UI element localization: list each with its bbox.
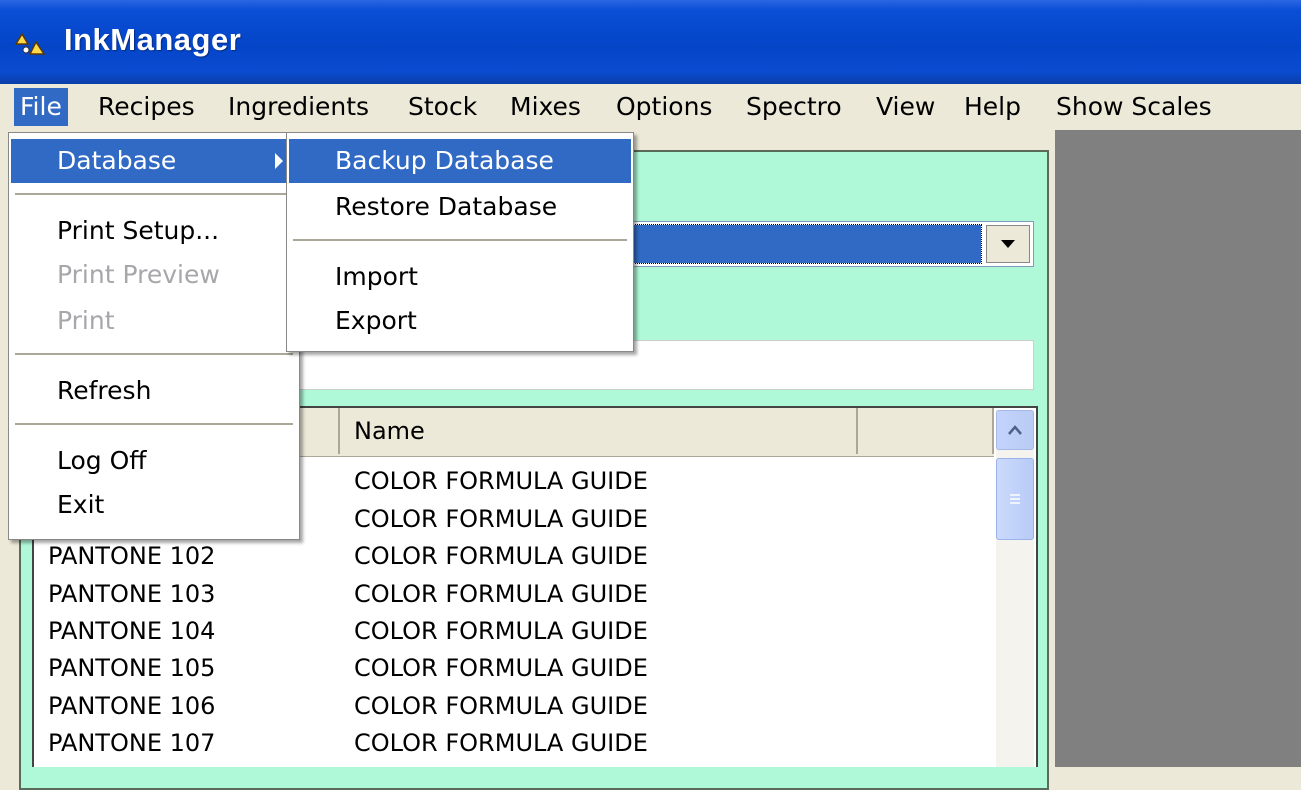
menu-help[interactable]: Help <box>958 88 1027 126</box>
menu-options[interactable]: Options <box>610 88 718 126</box>
row-code: PANTONE 104 <box>48 617 216 645</box>
title-bar: InkManager <box>0 0 1301 84</box>
window-title: InkManager <box>64 22 242 57</box>
menu-separator <box>15 423 293 425</box>
menu-item-log-off[interactable]: Log Off <box>11 439 297 483</box>
menu-item-export[interactable]: Export <box>289 299 631 343</box>
menu-item-restore-database[interactable]: Restore Database <box>289 185 631 229</box>
row-code: PANTONE 105 <box>48 654 216 682</box>
row-code: PANTONE 102 <box>48 542 216 570</box>
menu-bar: File Recipes Ingredients Stock Mixes Opt… <box>0 84 1301 130</box>
row-code: PANTONE 107 <box>48 729 216 757</box>
column-header-extra[interactable] <box>858 408 994 454</box>
menu-view[interactable]: View <box>870 88 941 126</box>
chevron-up-icon <box>1008 425 1022 435</box>
menu-item-exit[interactable]: Exit <box>11 483 297 527</box>
menu-item-database-label: Database <box>57 146 177 175</box>
mdi-workspace <box>1055 130 1301 767</box>
row-name: COLOR FORMULA GUIDE <box>354 617 648 645</box>
row-name: COLOR FORMULA GUIDE <box>354 580 648 608</box>
row-name: COLOR FORMULA GUIDE <box>354 692 648 720</box>
row-code: PANTONE 103 <box>48 580 216 608</box>
chevron-down-icon <box>1001 240 1015 248</box>
menu-mixes[interactable]: Mixes <box>504 88 587 126</box>
menu-show-scales[interactable]: Show Scales <box>1050 88 1218 126</box>
row-name: COLOR FORMULA GUIDE <box>354 729 648 757</box>
menu-item-print: Print <box>57 306 115 335</box>
menu-separator <box>15 193 293 195</box>
menu-item-import[interactable]: Import <box>289 255 631 299</box>
column-header-name[interactable]: Name <box>340 408 858 454</box>
menu-stock[interactable]: Stock <box>402 88 483 126</box>
menu-file[interactable]: File <box>14 88 68 126</box>
scroll-thumb[interactable] <box>996 458 1034 540</box>
menu-item-print-preview: Print Preview <box>57 260 220 289</box>
submenu-arrow-icon <box>275 153 283 169</box>
menu-ingredients[interactable]: Ingredients <box>222 88 375 126</box>
menu-spectro[interactable]: Spectro <box>740 88 848 126</box>
combobox-dropdown-button[interactable] <box>986 225 1030 263</box>
grip-icon <box>1010 494 1020 504</box>
menu-separator <box>293 239 627 241</box>
file-menu-dropdown: Database Print Setup... Print Preview Pr… <box>8 132 300 540</box>
row-name: COLOR FORMULA GUIDE <box>354 654 648 682</box>
menu-item-print-setup[interactable]: Print Setup... <box>11 209 297 253</box>
inkmanager-app-icon <box>14 32 46 55</box>
menu-item-backup-database[interactable]: Backup Database <box>289 139 631 183</box>
menu-item-refresh[interactable]: Refresh <box>11 369 297 413</box>
menu-item-database[interactable]: Database <box>11 139 297 183</box>
vertical-scrollbar[interactable] <box>996 410 1034 767</box>
row-name: COLOR FORMULA GUIDE <box>354 542 648 570</box>
menu-separator <box>15 353 293 355</box>
menu-recipes[interactable]: Recipes <box>92 88 201 126</box>
database-submenu: Backup Database Restore Database Import … <box>286 132 634 352</box>
row-name: COLOR FORMULA GUIDE <box>354 467 648 495</box>
row-code: PANTONE 106 <box>48 692 216 720</box>
row-name: COLOR FORMULA GUIDE <box>354 505 648 533</box>
scroll-up-button[interactable] <box>996 410 1034 450</box>
